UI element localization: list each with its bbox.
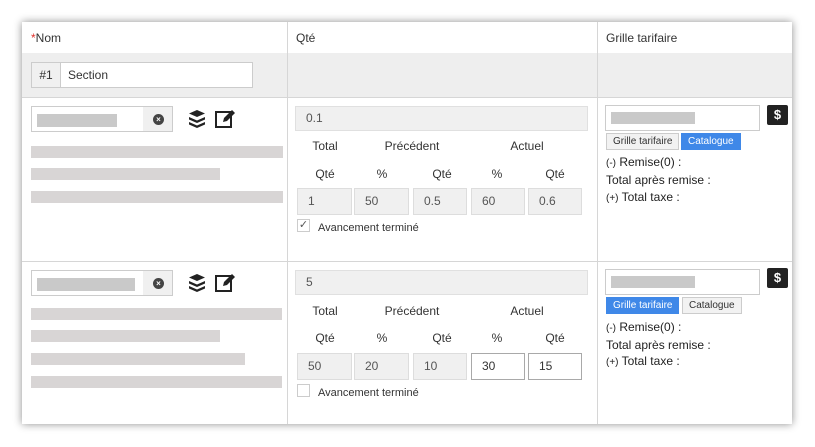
clear-button[interactable]: × bbox=[143, 270, 173, 296]
label-qte: Qté bbox=[545, 331, 565, 345]
discount-line: (-) Remise(0) : bbox=[606, 155, 682, 169]
current-qte-input[interactable]: 15 bbox=[528, 353, 582, 380]
discount-line: (-) Remise(0) : bbox=[606, 320, 682, 334]
description-line bbox=[31, 146, 283, 158]
line-items-panel: *Nom Qté Grille tarifaire #1 Section × 0… bbox=[22, 22, 792, 424]
previous-qte-value: 10 bbox=[413, 353, 467, 380]
label-pct: % bbox=[491, 331, 503, 345]
description-line bbox=[31, 353, 245, 365]
column-divider bbox=[597, 53, 598, 97]
label-actuel: Actuel bbox=[510, 139, 544, 153]
description-line bbox=[31, 330, 220, 342]
item-name-input[interactable] bbox=[31, 106, 144, 132]
label-precedent: Précédent bbox=[384, 304, 440, 318]
pricing-select[interactable] bbox=[605, 269, 760, 295]
label-qte: Qté bbox=[315, 167, 335, 181]
tab-grille-tarifaire[interactable]: Grille tarifaire bbox=[606, 133, 680, 150]
section-name-input[interactable]: Section bbox=[60, 62, 253, 88]
total-after-discount: Total après remise : bbox=[606, 173, 711, 187]
current-pct-input[interactable]: 60 bbox=[471, 188, 525, 215]
description-line bbox=[31, 376, 282, 388]
label-total: Total bbox=[312, 139, 338, 153]
description-line bbox=[31, 168, 220, 180]
row-divider bbox=[22, 97, 792, 98]
boxes-icon[interactable] bbox=[186, 272, 208, 294]
clear-button[interactable]: × bbox=[143, 106, 173, 132]
item-name-input[interactable] bbox=[31, 270, 144, 296]
tab-catalogue[interactable]: Catalogue bbox=[682, 297, 742, 314]
total-after-discount: Total après remise : bbox=[606, 338, 711, 352]
header-grille-tarifaire: Grille tarifaire bbox=[606, 31, 678, 45]
description-line bbox=[31, 191, 283, 203]
tax-line: (+) Total taxe : bbox=[606, 190, 680, 204]
boxes-icon[interactable] bbox=[186, 108, 208, 130]
completion-checkbox[interactable] bbox=[297, 384, 310, 397]
quantity-input[interactable]: 5 bbox=[295, 270, 588, 295]
completion-label: Avancement terminé bbox=[318, 222, 419, 234]
section-number: #1 bbox=[31, 62, 60, 88]
label-precedent: Précédent bbox=[384, 139, 440, 153]
completion-label: Avancement terminé bbox=[318, 387, 419, 399]
label-qte: Qté bbox=[432, 167, 452, 181]
edit-icon[interactable] bbox=[214, 108, 236, 130]
tax-line: (+) Total taxe : bbox=[606, 354, 680, 368]
label-pct: % bbox=[376, 331, 388, 345]
clear-circle-icon: × bbox=[153, 278, 164, 289]
label-total: Total bbox=[312, 304, 338, 318]
row-divider bbox=[22, 261, 792, 262]
completion-checkbox[interactable]: ✓ bbox=[297, 219, 310, 232]
label-qte: Qté bbox=[432, 331, 452, 345]
previous-pct-value: 50 bbox=[354, 188, 409, 215]
label-actuel: Actuel bbox=[510, 304, 544, 318]
description-line bbox=[31, 308, 282, 320]
previous-qte-value: 0.5 bbox=[413, 188, 467, 215]
label-qte: Qté bbox=[315, 331, 335, 345]
current-qte-input[interactable]: 0.6 bbox=[528, 188, 582, 215]
tab-grille-tarifaire[interactable]: Grille tarifaire bbox=[606, 297, 680, 314]
pricing-placeholder bbox=[611, 276, 695, 288]
label-pct: % bbox=[491, 167, 503, 181]
quantity-input[interactable]: 0.1 bbox=[295, 106, 588, 131]
tab-catalogue[interactable]: Catalogue bbox=[681, 133, 741, 150]
total-qte-value: 50 bbox=[297, 353, 352, 380]
current-pct-input[interactable]: 30 bbox=[471, 353, 525, 380]
pricing-placeholder bbox=[611, 112, 695, 124]
header-qte: Qté bbox=[296, 31, 316, 45]
header-nom: *Nom bbox=[31, 31, 62, 45]
label-pct: % bbox=[376, 167, 388, 181]
total-qte-value: 1 bbox=[297, 188, 352, 215]
label-qte: Qté bbox=[545, 167, 565, 181]
dollar-icon[interactable]: $ bbox=[767, 105, 788, 125]
dollar-icon[interactable]: $ bbox=[767, 268, 788, 288]
clear-circle-icon: × bbox=[153, 114, 164, 125]
pricing-select[interactable] bbox=[605, 105, 760, 131]
previous-pct-value: 20 bbox=[354, 353, 409, 380]
column-divider bbox=[287, 53, 288, 97]
item-name-placeholder bbox=[37, 278, 135, 291]
item-name-placeholder bbox=[37, 114, 117, 127]
edit-icon[interactable] bbox=[214, 272, 236, 294]
